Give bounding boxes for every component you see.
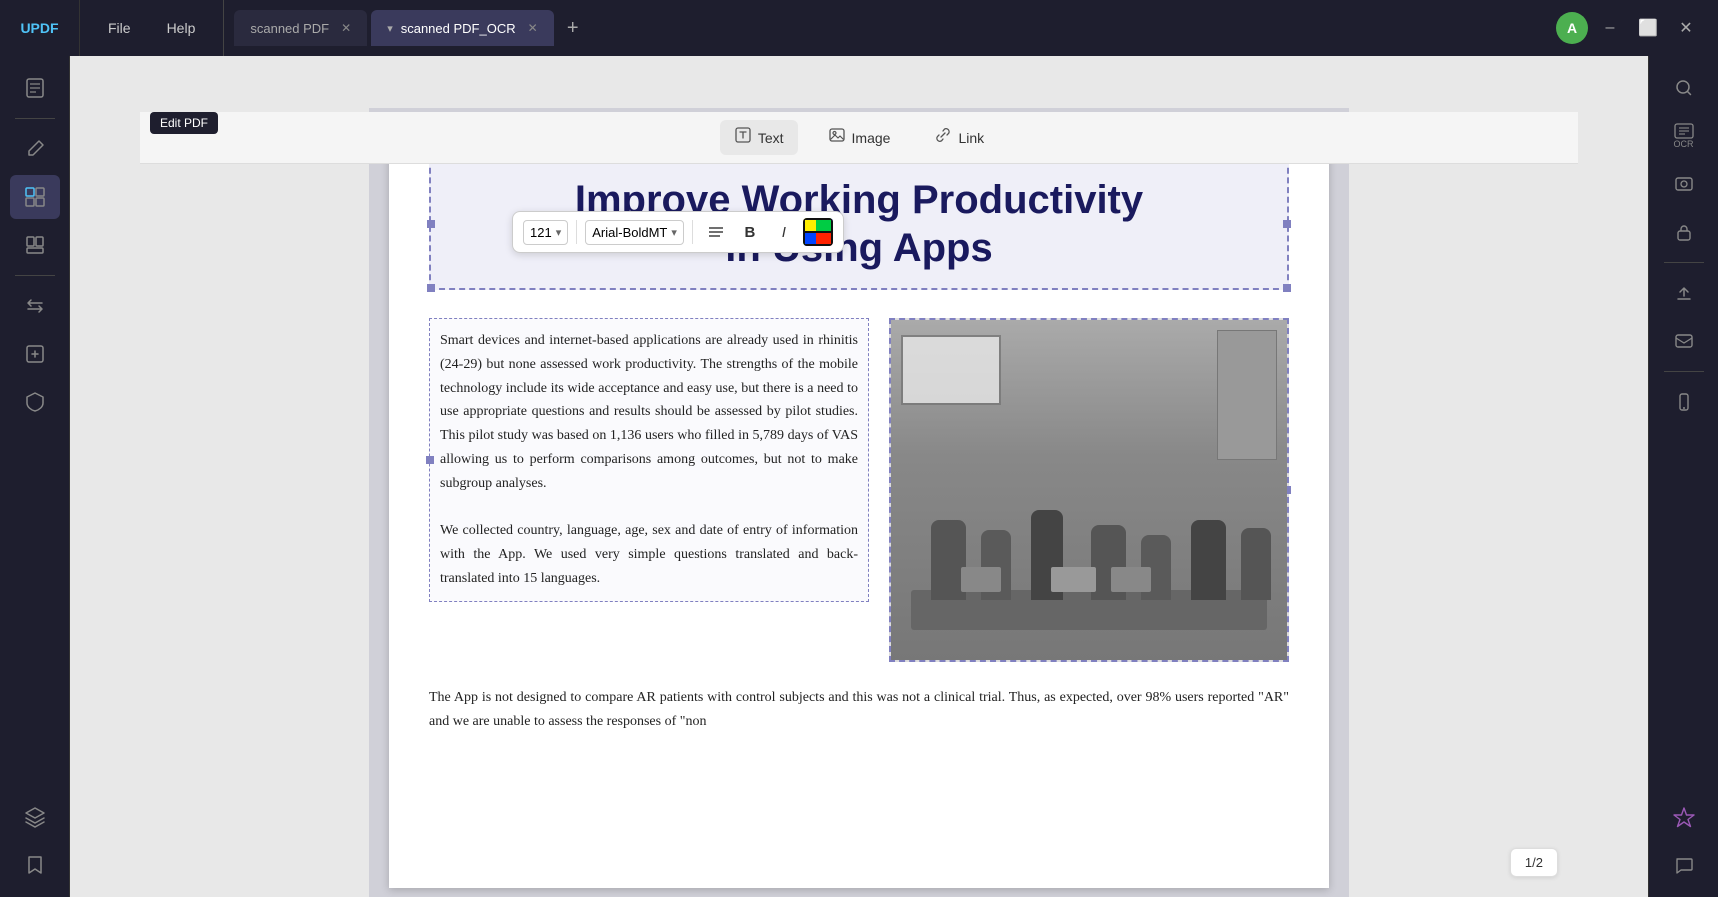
sidebar-reader-icon[interactable] (10, 66, 60, 110)
sidebar-bookmark-icon[interactable] (10, 843, 60, 887)
logo-text: UPDF (20, 20, 58, 36)
right-sidebar: OCR (1648, 56, 1718, 897)
ocr-label: OCR (1674, 140, 1694, 149)
font-name-value: Arial-BoldMT (592, 225, 667, 240)
left-sidebar (0, 56, 70, 897)
sidebar-protect-icon[interactable] (10, 380, 60, 424)
page-counter: 1/2 (1510, 848, 1558, 877)
right-screenshot-icon[interactable] (1659, 162, 1709, 206)
sidebar-divider-2 (15, 275, 55, 276)
link-tool-icon (934, 126, 952, 149)
avatar: A (1556, 12, 1588, 44)
sidebar-annotate-icon[interactable] (10, 127, 60, 171)
tab-label: scanned PDF (250, 21, 329, 36)
handle-mr[interactable] (1283, 220, 1291, 228)
pdf-text-column[interactable]: Smart devices and internet-based applica… (429, 318, 869, 602)
edit-toolbar: Text Image Link (140, 112, 1578, 164)
account-dropdown[interactable]: A (1556, 12, 1588, 44)
tab-dropdown-icon[interactable]: ▾ (387, 22, 393, 35)
right-search-icon[interactable] (1659, 66, 1709, 110)
bold-button[interactable]: B (735, 218, 765, 246)
font-arrow-icon: ▾ (671, 226, 677, 239)
menu-bar: File Help (80, 0, 224, 56)
format-divider-2 (692, 220, 693, 244)
window-controls: A – ⬜ ✕ (1556, 12, 1718, 44)
right-divider-2 (1664, 371, 1704, 372)
handle-bl[interactable] (427, 284, 435, 292)
sidebar-divider-1 (15, 118, 55, 119)
right-ocr-icon[interactable]: OCR (1659, 114, 1709, 158)
tab-close-icon[interactable]: ✕ (341, 21, 351, 35)
top-bar: UPDF File Help scanned PDF ✕ ▾ scanned P… (0, 0, 1718, 56)
menu-help[interactable]: Help (149, 0, 214, 56)
link-tool-button[interactable]: Link (920, 120, 998, 155)
right-divider-1 (1664, 262, 1704, 263)
text-tool-label: Text (758, 130, 784, 146)
tab-scanned-pdf-ocr[interactable]: ▾ scanned PDF_OCR ✕ (371, 10, 553, 46)
maximize-button[interactable]: ⬜ (1632, 12, 1664, 44)
align-button[interactable] (701, 218, 731, 246)
image-tool-label: Image (852, 130, 891, 146)
font-size-arrow-icon: ▾ (556, 226, 562, 239)
tab-scanned-pdf[interactable]: scanned PDF ✕ (234, 10, 367, 46)
right-lock-icon[interactable] (1659, 210, 1709, 254)
link-tool-label: Link (958, 130, 984, 146)
text-format-bar: 121 ▾ Arial-BoldMT ▾ B I (512, 211, 844, 253)
pdf-body-text: Smart devices and internet-based applica… (440, 329, 858, 591)
page-counter-text: 1/2 (1525, 855, 1543, 870)
right-comment-icon[interactable] (1659, 843, 1709, 887)
text-tool-button[interactable]: Text (720, 120, 798, 155)
menu-file[interactable]: File (90, 0, 149, 56)
image-tool-icon (828, 126, 846, 149)
right-upload-icon[interactable] (1659, 271, 1709, 315)
color-picker-button[interactable] (803, 218, 833, 246)
pdf-image-column[interactable] (889, 318, 1289, 662)
sidebar-layers-icon[interactable] (10, 795, 60, 839)
tab-label-active: scanned PDF_OCR (401, 21, 516, 36)
app-logo: UPDF (0, 0, 80, 56)
font-size-selector[interactable]: 121 ▾ (523, 220, 568, 245)
handle-br[interactable] (1283, 284, 1291, 292)
sidebar-organize-icon[interactable] (10, 223, 60, 267)
pdf-bottom-text: The App is not designed to compare AR pa… (429, 686, 1289, 734)
text-handle-left[interactable] (426, 456, 434, 464)
image-tool-button[interactable]: Image (814, 120, 905, 155)
text-tool-icon (734, 126, 752, 149)
right-email-icon[interactable] (1659, 319, 1709, 363)
handle-ml[interactable] (427, 220, 435, 228)
font-name-selector[interactable]: Arial-BoldMT ▾ (585, 220, 684, 245)
sidebar-convert-icon[interactable] (10, 284, 60, 328)
main-area: Text Image Link 121 ▾ A (0, 56, 1718, 897)
add-tab-button[interactable]: + (558, 13, 588, 43)
italic-icon: I (782, 224, 786, 241)
edit-pdf-tooltip: Edit PDF (150, 112, 218, 134)
right-ai-icon[interactable] (1659, 795, 1709, 839)
content-wrapper: Text Image Link 121 ▾ A (70, 56, 1648, 897)
tab-close-active-icon[interactable]: ✕ (528, 21, 538, 35)
italic-button[interactable]: I (769, 218, 799, 246)
font-size-value: 121 (530, 225, 552, 240)
format-divider-1 (576, 220, 577, 244)
bold-icon: B (744, 224, 755, 241)
office-image (891, 320, 1287, 660)
close-button[interactable]: ✕ (1670, 12, 1702, 44)
sidebar-compress-icon[interactable] (10, 332, 60, 376)
pdf-content-area: Improve Working Productivity in Using Ap… (70, 56, 1648, 897)
tabs-area: scanned PDF ✕ ▾ scanned PDF_OCR ✕ + (224, 0, 1556, 56)
pdf-body-area: Smart devices and internet-based applica… (429, 318, 1289, 662)
sidebar-edit-pdf-icon[interactable] (10, 175, 60, 219)
minimize-button[interactable]: – (1594, 12, 1626, 44)
right-mobile-icon[interactable] (1659, 380, 1709, 424)
